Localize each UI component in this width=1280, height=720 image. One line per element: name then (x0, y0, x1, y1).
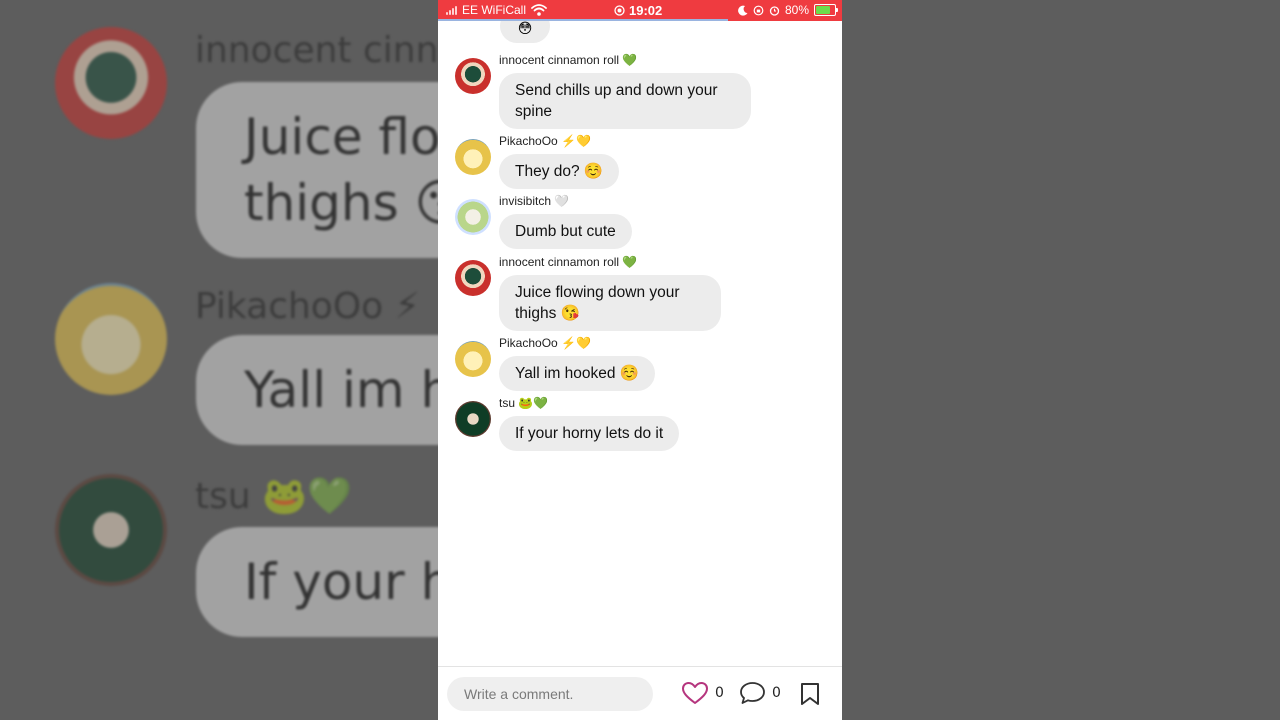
sender-emoji: 💚 (622, 255, 638, 269)
avatar[interactable] (455, 58, 491, 94)
sender-name[interactable]: tsu 🐸💚 (499, 396, 548, 410)
carrier-label: EE WiFiCall (462, 3, 527, 17)
bottom-action-bar: 0 0 (438, 666, 842, 720)
sender-emoji: ⚡💛 (561, 336, 591, 350)
battery-icon (814, 4, 838, 16)
status-bar: EE WiFiCall 19:02 80% (438, 0, 842, 21)
status-center: 19:02 (614, 3, 662, 18)
sender-label: invisibitch (499, 194, 552, 208)
bg-bubble-line: Juice flo (244, 108, 441, 166)
sender-label: PikachoOo (499, 336, 558, 350)
status-right: 80% (738, 3, 838, 17)
sender-label: innocent cinnamon roll (499, 255, 620, 269)
chat-thread[interactable]: 😳 innocent cinnamon roll 💚 Send chills u… (438, 21, 842, 666)
sender-emoji: ⚡💛 (561, 134, 591, 148)
heart-icon (682, 682, 708, 704)
bookmark-icon (801, 683, 819, 705)
message-bubble[interactable]: Dumb but cute (499, 214, 632, 249)
comment-bubble-icon (740, 682, 765, 704)
avatar[interactable] (455, 199, 491, 235)
sender-name[interactable]: PikachoOo ⚡💛 (499, 336, 591, 350)
message-bubble[interactable]: They do? ☺️ (499, 154, 620, 189)
wifi-icon (531, 4, 547, 16)
avatar[interactable] (455, 139, 491, 175)
bg-avatar (55, 283, 167, 395)
avatar[interactable] (455, 260, 491, 296)
bookmark-button[interactable] (799, 682, 821, 710)
clock: 19:02 (629, 3, 663, 18)
battery-percent: 80% (784, 3, 809, 17)
phone-screen: EE WiFiCall 19:02 80% 😳 innocent cinnamo… (438, 0, 842, 720)
sender-name[interactable]: innocent cinnamon roll 💚 (499, 255, 637, 269)
comment-count: 0 (772, 685, 781, 701)
bg-sender-name: tsu 🐸💚 (195, 476, 352, 517)
sender-name[interactable]: innocent cinnamon roll 💚 (499, 53, 637, 67)
rotation-lock-icon (753, 5, 764, 15)
status-left: EE WiFiCall (446, 3, 547, 17)
sender-label: PikachoOo (499, 134, 558, 148)
like-button[interactable]: 0 (681, 681, 724, 705)
battery-fill (816, 6, 831, 14)
recording-icon (614, 5, 625, 16)
avatar[interactable] (455, 341, 491, 377)
sender-name[interactable]: invisibitch 🤍 (499, 194, 569, 208)
bg-avatar (55, 474, 167, 586)
signal-icon (446, 5, 457, 15)
message-bubble[interactable]: Juice flowing down your thighs 😘 (499, 275, 721, 331)
partial-message-bubble: 😳 (500, 21, 550, 43)
comment-input[interactable] (447, 677, 653, 711)
bg-avatar (55, 27, 167, 139)
sender-label: innocent cinnamon roll (499, 53, 620, 67)
avatar[interactable] (455, 401, 491, 437)
message-bubble[interactable]: Yall im hooked ☺️ (499, 356, 656, 391)
moon-icon (738, 5, 748, 16)
sender-emoji: 🤍 (554, 194, 570, 208)
sender-emoji: 💚 (622, 53, 638, 67)
alarm-icon (769, 5, 780, 16)
bg-sender-name: PikachoOo ⚡ (195, 286, 420, 327)
sender-emoji: 🐸💚 (518, 396, 549, 410)
emoji: 😳 (517, 21, 533, 37)
sender-name[interactable]: PikachoOo ⚡💛 (499, 134, 591, 148)
sender-label: tsu (499, 396, 516, 410)
message-bubble[interactable]: If your horny lets do it (499, 416, 680, 451)
comments-button[interactable]: 0 (739, 681, 781, 705)
like-count: 0 (715, 685, 724, 701)
message-bubble[interactable]: Send chills up and down your spine (499, 73, 751, 129)
bg-bubble-line: thighs 😘 (244, 174, 467, 232)
